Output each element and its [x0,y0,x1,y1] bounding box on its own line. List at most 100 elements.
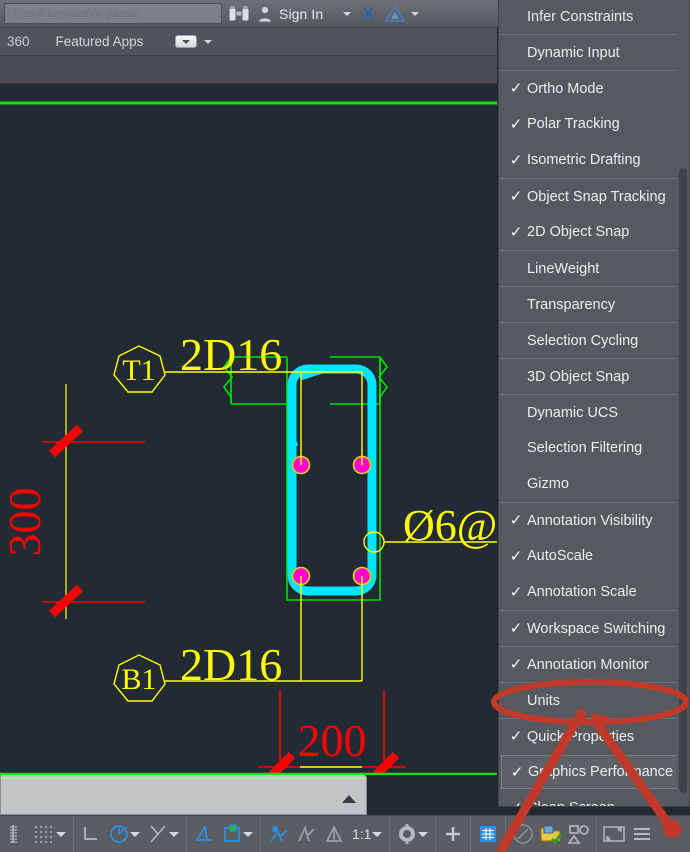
user-icon[interactable] [254,3,276,25]
quick-properties-icon[interactable] [474,818,502,851]
annotation-monitor-icon[interactable] [439,818,467,851]
menu-item-label: Ortho Mode [527,80,604,97]
menu-item-label: Infer Constraints [527,9,634,25]
status-group-tools [436,815,472,852]
search-box[interactable] [4,3,222,24]
object-snap-tracking-icon[interactable] [190,818,218,851]
menu-item-ortho-mode[interactable]: ✓ Ortho Mode [499,70,689,106]
menu-item-label: Gizmo [527,476,569,492]
status-group-model [0,815,74,852]
menu-item-isometric-drafting[interactable]: ✓ Isometric Drafting [499,142,689,178]
menu-item-gizmo[interactable]: Gizmo [499,466,689,502]
menu-item-infer-constraints[interactable]: Infer Constraints [499,0,689,34]
ribbon-strip [0,56,497,84]
binoculars-icon[interactable] [226,3,252,25]
menu-item-transparency[interactable]: Transparency [499,286,689,322]
menu-item-units[interactable]: Units [499,682,689,718]
command-line-scrollbar[interactable] [0,775,367,815]
menu-item-label: Quick Properties [527,728,635,745]
menu-item-quick-properties[interactable]: ✓ Quick Properties [499,718,689,754]
menu-item-autoscale[interactable]: ✓ AutoScale [499,538,689,574]
lock-ui-icon[interactable] [509,818,537,851]
menu-checkmark: ✓ [509,79,523,97]
workspace-switching-icon[interactable] [393,818,421,851]
status-group-misc [506,815,598,852]
menu-item-dynamic-input[interactable]: Dynamic Input [499,34,689,70]
featured-apps-link[interactable]: Featured Apps [56,34,144,49]
annotation-scale-icon[interactable] [320,818,348,851]
status-bar-customization-menu[interactable]: Infer Constraints Dynamic Input ✓ Ortho … [498,0,690,807]
grid-display-icon[interactable] [31,818,59,851]
menu-item-label: Clean Screen [527,800,615,806]
command-line-accent [1,777,366,779]
rebar-dots [291,455,372,586]
customization-icon[interactable] [628,818,656,851]
menu-item-lineweight[interactable]: LineWeight [499,250,689,286]
autodesk-a-icon[interactable] [384,4,406,24]
menu-item-object-snap-tracking[interactable]: ✓ Object Snap Tracking [499,178,689,214]
menu-checkmark: ✓ [509,619,523,637]
menu-scrollbar-thumb[interactable] [679,168,687,793]
menu-item-clean-screen[interactable]: ✓ Clean Screen [499,790,689,806]
dimension-200-label: 200 [298,715,367,766]
collapse-up-icon[interactable] [342,795,356,803]
annotation-visibility-icon[interactable] [264,818,292,851]
menu-item-annotation-visibility[interactable]: ✓ Annotation Visibility [499,502,689,538]
menu-item-label: Selection Cycling [527,332,639,349]
search-input[interactable] [5,4,221,23]
hardware-acceleration-icon[interactable] [565,818,593,851]
menu-item-label: Annotation Monitor [527,656,649,673]
autodesk-dropdown-caret[interactable] [411,11,420,16]
menu-item-dynamic-ucs[interactable]: Dynamic UCS [499,394,689,430]
text-stirrup-spec: Ø6@ [403,501,497,550]
dimension-300-label: 300 [0,488,50,557]
menu-item-selection-cycling[interactable]: Selection Cycling [499,322,689,358]
menu-item-label: Isometric Drafting [527,152,641,168]
annotation-scale-value[interactable]: 1:1 [348,826,375,842]
menu-scrollbar-track[interactable] [677,0,689,806]
menu-item-label: Units [527,692,561,709]
ortho-mode-icon[interactable] [77,818,105,851]
beam-section-drawing: T1 B1 2D16 2D16 Ø6@ 300 200 [0,101,497,775]
autodesk-exchange-icon[interactable]: X [362,5,374,23]
bubble-b1-label: B1 [121,663,156,696]
featured-apps-caret[interactable] [204,39,213,44]
2d-object-snap-icon[interactable] [218,818,246,851]
menu-item-label: LineWeight [527,260,600,277]
menu-item-selection-filtering[interactable]: Selection Filtering [499,430,689,466]
menu-checkmark: ✓ [509,150,523,169]
status-group-quickprops [471,815,507,852]
menu-item-label: Annotation Visibility [527,512,653,529]
menu-item-label: Graphics Performance [528,764,674,780]
isolate-objects-icon[interactable] [537,818,565,851]
status-group-workspace [390,815,437,852]
drawing-canvas[interactable]: T1 B1 2D16 2D16 Ø6@ 300 200 [0,84,497,775]
status-group-annotation: 1:1 [261,815,391,852]
menu-item-label: AutoScale [527,548,594,564]
clean-screen-icon[interactable] [600,818,628,851]
menu-item-workspace-switching[interactable]: ✓ Workspace Switching [499,610,689,646]
model-space-icon[interactable] [3,818,31,851]
autoscale-icon[interactable] [292,818,320,851]
stirrup-cyan [287,364,377,596]
isometric-drafting-icon[interactable] [144,818,172,851]
menu-item-annotation-scale[interactable]: ✓ Annotation Scale [499,574,689,610]
sign-in-label[interactable]: Sign In [279,6,323,22]
menu-item-2d-object-snap[interactable]: ✓ 2D Object Snap [499,214,689,250]
featured-apps-chip-icon[interactable] [175,35,198,48]
menu-item-label: Object Snap Tracking [527,188,666,205]
menu-item-polar-tracking[interactable]: ✓ Polar Tracking [499,106,689,142]
menu-checkmark: ✓ [509,546,523,565]
annotation-scale-caret[interactable] [372,831,383,837]
menu-checkmark: ✓ [510,762,524,781]
menu-checkmark: ✓ [509,511,523,529]
sign-in-dropdown-caret[interactable] [343,11,352,16]
polar-tracking-icon[interactable] [105,818,133,851]
menu-item-annotation-monitor[interactable]: ✓ Annotation Monitor [499,646,689,682]
status-group-snap [187,815,261,852]
menu-item-label: 3D Object Snap [527,368,630,385]
menu-item-3d-object-snap[interactable]: 3D Object Snap [499,358,689,394]
text-bottom-rebar: 2D16 [180,639,282,690]
menu-item-graphics-performance[interactable]: ✓ Graphics Performance [501,755,685,789]
label-360: 360 [7,34,30,49]
